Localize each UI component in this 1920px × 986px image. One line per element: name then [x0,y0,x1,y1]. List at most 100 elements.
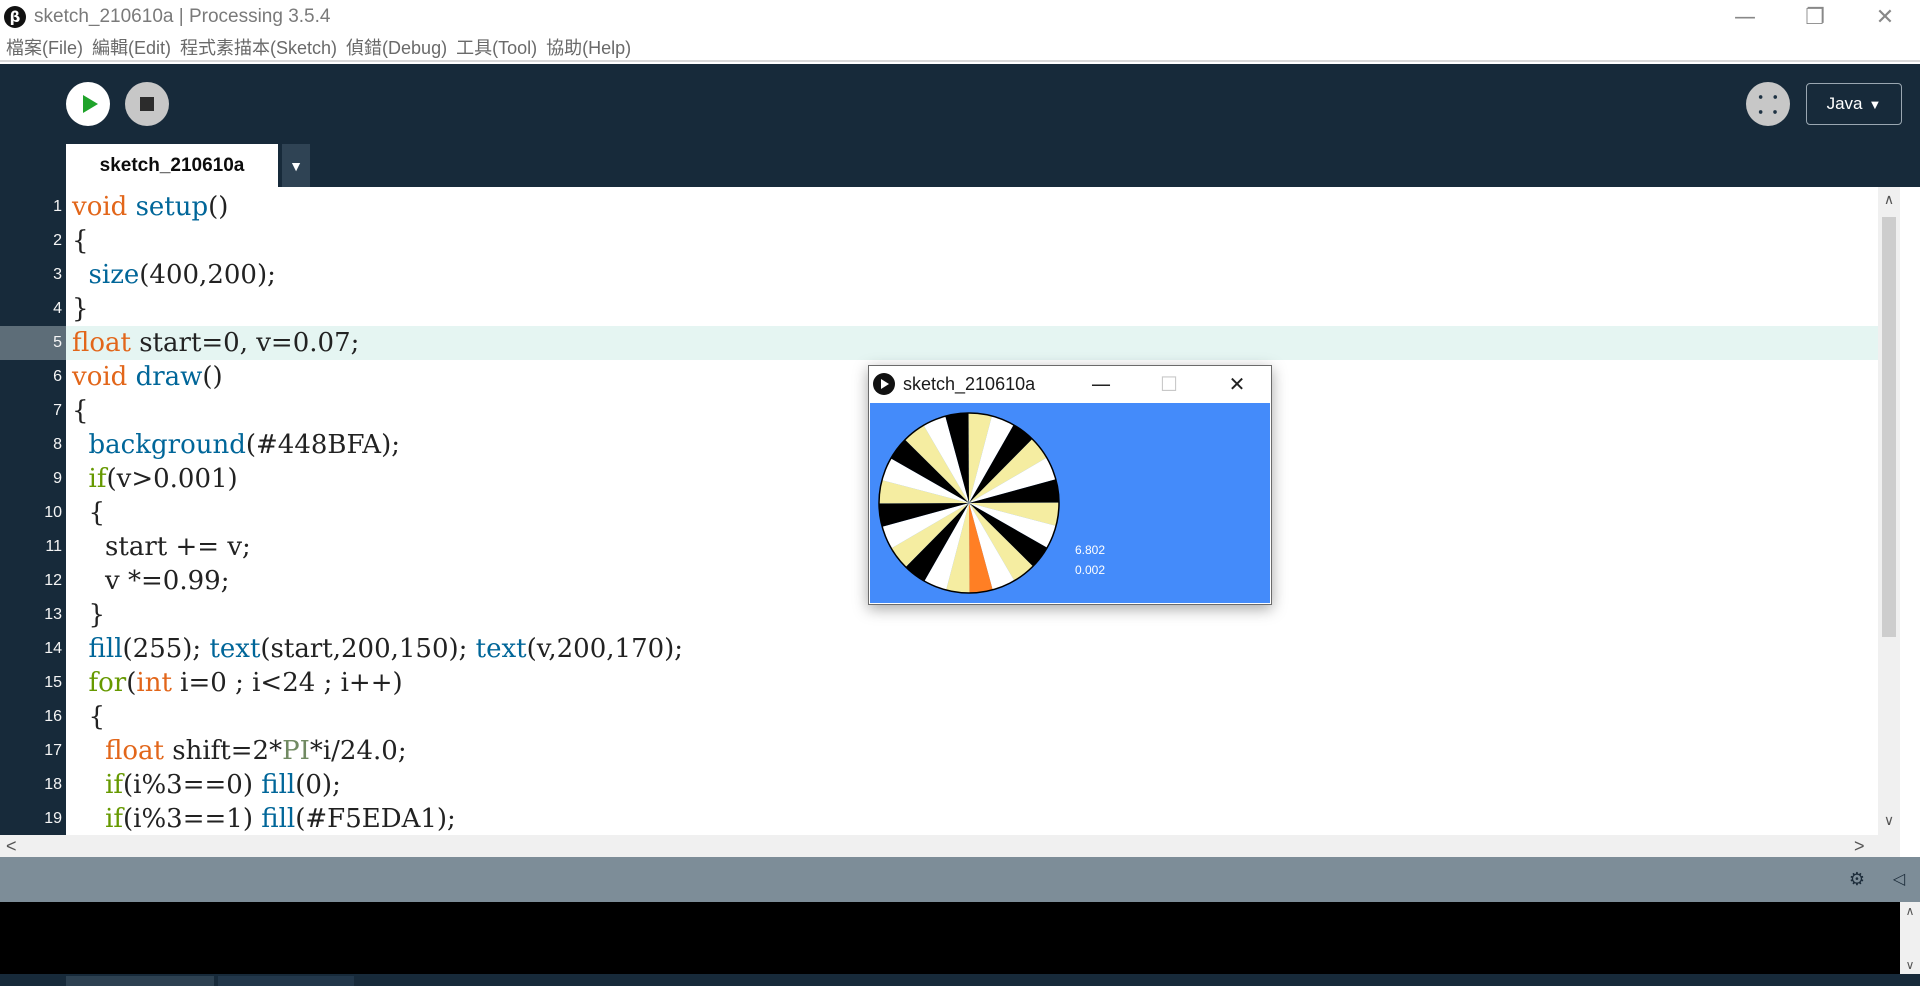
menu-file[interactable]: 檔案(File) [6,34,83,60]
code-line-text: if(i%3==1) fill(#F5EDA1); [72,802,456,835]
code-token: (i%3==1) [123,804,262,834]
code-line[interactable]: { [66,700,1878,734]
run-button[interactable] [66,82,110,126]
code-line[interactable]: { [66,224,1878,258]
code-line[interactable]: size(400,200); [66,258,1878,292]
code-line[interactable]: for(int i=0 ; i<24 ; i++) [66,666,1878,700]
line-number: 9 [53,470,62,487]
line-number: 19 [44,810,62,827]
code-token: (#448BFA); [245,430,400,460]
line-number: 14 [44,640,62,657]
code-line[interactable]: } [66,292,1878,326]
code-token: draw [135,362,203,392]
console-output[interactable] [0,902,1900,974]
tab-menu-button[interactable]: ▼ [282,144,310,187]
code-line-text: size(400,200); [72,258,276,292]
code-token: { [72,396,89,426]
menu-sketch[interactable]: 程式素描本(Sketch) [180,34,337,60]
code-line-text: start += v; [72,530,251,564]
line-number: 4 [53,300,62,317]
line-number: 5 [0,326,66,360]
stop-icon [140,97,154,111]
console-scroll-up-icon[interactable]: ∧ [1900,904,1920,918]
sketch-window-titlebar: sketch_210610a — ☐ ✕ [869,366,1271,402]
code-line[interactable]: fill(255); text(start,200,150); text(v,2… [66,632,1878,666]
code-token: fill [88,634,123,664]
window-title: sketch_210610a | Processing 3.5.4 [34,6,331,27]
status-bar: ⚙ ◁ [0,857,1920,902]
console-settings-icon[interactable]: ⚙ [1846,868,1868,890]
scroll-down-icon[interactable]: ∨ [1878,812,1900,829]
code-token: background [88,430,246,460]
sketch-minimize-button[interactable]: — [1067,366,1135,402]
code-line-text: void setup() [72,190,228,224]
code-token: float [105,736,165,766]
stop-button[interactable] [125,82,169,126]
console-scroll-down-icon[interactable]: ∨ [1900,958,1920,972]
minimize-button[interactable]: — [1710,0,1780,34]
line-number: 8 [53,436,62,453]
processing-app-icon: β [4,6,26,28]
spinning-wheel: 6.802 0.002 [878,412,1105,594]
code-line[interactable]: float shift=2*PI*i/24.0; [66,734,1878,768]
close-button[interactable]: ✕ [1850,0,1920,34]
code-token: (0); [295,770,341,800]
code-line-text: background(#448BFA); [72,428,400,462]
line-number: 10 [44,504,62,521]
menu-tool[interactable]: 工具(Tool) [456,34,537,60]
code-token: start=0, v=0.07; [130,328,360,358]
line-number: 1 [53,198,62,215]
sketch-close-button[interactable]: ✕ [1203,366,1271,402]
code-line[interactable]: if(i%3==1) fill(#F5EDA1); [66,802,1878,835]
line-number: 3 [53,266,62,283]
tab-sketch[interactable]: sketch_210610a [66,144,278,187]
mode-label: Java [1826,94,1863,113]
debug-button[interactable]: ⸬ [1746,82,1790,126]
menu-debug[interactable]: 偵錯(Debug) [346,34,447,60]
code-token: shift=2* [164,736,283,766]
restore-button[interactable]: ❐ [1780,0,1850,34]
mode-selector[interactable]: Java ▼ [1806,83,1902,125]
code-token: setup [135,192,209,222]
menu-edit[interactable]: 編輯(Edit) [92,34,171,60]
scroll-right-icon[interactable]: > [1854,836,1865,857]
code-line[interactable]: void setup() [66,190,1878,224]
code-line[interactable]: if(i%3==0) fill(0); [66,768,1878,802]
code-token: { [72,702,106,732]
code-token: start += v; [72,532,251,562]
code-line[interactable]: float start=0, v=0.07; [66,326,1878,360]
console-tab[interactable] [66,976,214,986]
play-icon [82,95,98,113]
code-token: text [209,634,261,664]
line-number: 11 [45,538,62,555]
sketch-window[interactable]: sketch_210610a — ☐ ✕ 6.802 0.002 [868,365,1272,605]
code-line-text: if(i%3==0) fill(0); [72,768,341,802]
menu-bar: 檔案(File) 編輯(Edit) 程式素描本(Sketch) 偵錯(Debug… [0,34,1920,62]
toolbar: ⸬ Java ▼ [0,64,1920,151]
scroll-left-icon[interactable]: < [6,836,17,857]
console-scrollbar[interactable]: ∧ ∨ [1900,902,1920,974]
collapse-icon[interactable]: ◁ [1888,868,1910,890]
code-token: for [88,668,127,698]
editor-horizontal-scrollbar[interactable]: < > [0,835,1900,857]
sketch-canvas[interactable]: 6.802 0.002 [870,403,1270,603]
code-token: if [88,464,107,494]
errors-tab[interactable] [218,976,354,986]
code-token: *i/24.0; [309,736,407,766]
code-line-text: fill(255); text(start,200,150); text(v,2… [72,632,684,666]
line-number: 16 [44,708,62,725]
editor-vertical-scrollbar[interactable]: ∧ ∨ [1878,187,1900,835]
code-token: (i%3==0) [123,770,262,800]
menu-help[interactable]: 協助(Help) [546,34,631,60]
scrollbar-thumb[interactable] [1882,217,1896,637]
scroll-up-icon[interactable]: ∧ [1878,191,1900,208]
code-line-text: } [72,292,89,326]
